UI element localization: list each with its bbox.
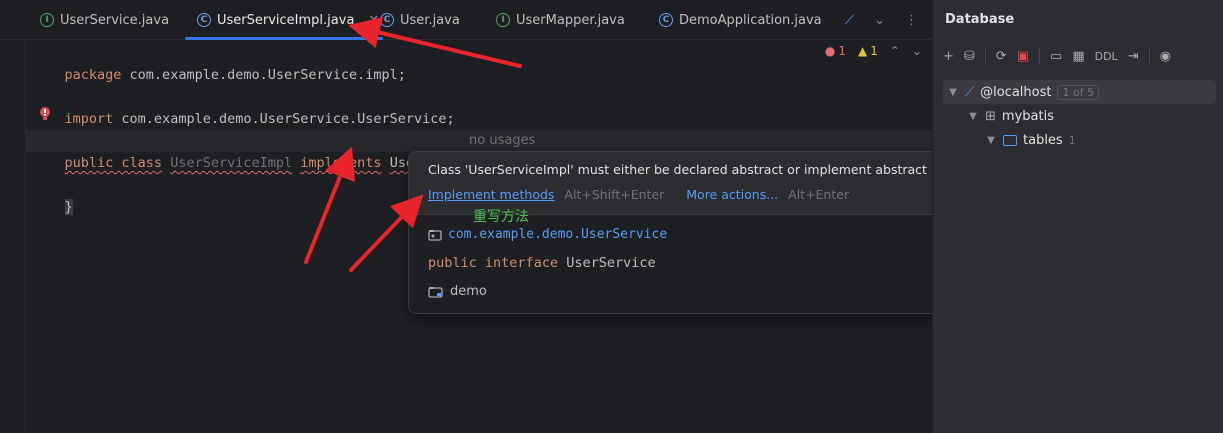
datasource-icon[interactable]: ⛁	[964, 49, 975, 64]
more-actions-link[interactable]: More actions...	[686, 187, 778, 202]
error-icon: ●	[824, 44, 836, 58]
interface-icon: I	[496, 13, 510, 27]
tree-node-localhost[interactable]: ▼ ⟋ @localhost 1 of 5	[947, 80, 1100, 104]
tab-label: UserMapper.java	[516, 12, 625, 28]
tab-label: User.java	[400, 12, 460, 28]
interface-declaration: public interface UserService	[428, 255, 656, 271]
tree-node-tables[interactable]: ▼ tables 1	[985, 128, 1076, 152]
close-icon[interactable]: ✕	[368, 13, 379, 28]
package-icon	[428, 229, 442, 241]
tree-node-mybatis[interactable]: ▼ ⊞ mybatis	[967, 104, 1054, 128]
tabbar-actions: ⟋ ⌄ ⋮	[845, 0, 918, 40]
chevron-down-icon[interactable]: ⌄	[912, 44, 922, 58]
code-line-package: package com.example.demo.UserService.imp…	[64, 67, 406, 83]
chinese-annotation: 重写方法	[473, 209, 529, 225]
class-icon: C	[380, 13, 394, 27]
error-bulb-icon[interactable]	[38, 106, 52, 124]
database-toolbar: + ⛁ ⟳ ▣ ▭ ▦ DDL ⇥ ◉	[943, 48, 1171, 64]
popup-actions: Implement methods Alt+Shift+Enter More a…	[428, 187, 871, 202]
tab-user[interactable]: C User.java	[380, 0, 460, 40]
shortcut-hint: Alt+Enter	[788, 187, 850, 202]
tab-label: UserServiceImpl.java	[217, 12, 355, 28]
chevron-up-icon[interactable]: ⌃	[890, 44, 900, 58]
shortcut-hint: Alt+Shift+Enter	[564, 187, 665, 202]
error-count[interactable]: ● 1	[825, 44, 846, 58]
tab-usermapper[interactable]: I UserMapper.java	[496, 0, 625, 40]
interface-icon: I	[40, 13, 54, 27]
tables-count: 1	[1068, 133, 1076, 147]
stop-icon[interactable]: ▣	[1017, 49, 1029, 64]
code-line-class-decl: public class UserServiceImpl implements …	[32, 130, 496, 171]
module-folder-icon	[428, 286, 443, 298]
tab-label: DemoApplication.java	[679, 12, 822, 28]
tab-userservice[interactable]: I UserService.java	[40, 0, 169, 40]
package-link-row[interactable]: com.example.demo.UserService	[428, 227, 667, 242]
panel-title: Database	[945, 12, 1015, 27]
toolbar-divider	[1148, 48, 1150, 64]
spring-app-icon: C	[659, 13, 673, 27]
ddl-button[interactable]: DDL	[1095, 50, 1118, 63]
add-icon[interactable]: +	[943, 49, 954, 64]
eye-icon[interactable]: ◉	[1160, 49, 1171, 64]
chevron-down-icon[interactable]: ⌄	[874, 13, 885, 28]
warning-icon: ▲	[858, 44, 868, 58]
editor-gutter	[0, 40, 26, 433]
db-connection-icon[interactable]: ⟋	[845, 13, 854, 28]
class-icon: C	[197, 13, 211, 27]
console-icon[interactable]: ▭	[1050, 49, 1062, 64]
chevron-down-icon[interactable]: ▼	[985, 135, 997, 146]
folder-icon	[1003, 134, 1017, 146]
editor-tab-bar: I UserService.java C UserServiceImpl.jav…	[0, 0, 932, 40]
tab-label: UserService.java	[60, 12, 170, 28]
toolbar-divider	[984, 48, 986, 64]
jump-icon[interactable]: ⇥	[1128, 49, 1139, 64]
inspection-widget[interactable]: ● 1 ▲ 1 ⌃ ⌄	[825, 44, 922, 58]
toolbar-divider	[1039, 48, 1041, 64]
usages-hint[interactable]: no usages	[469, 130, 535, 152]
package-name[interactable]: com.example.demo.UserService	[448, 227, 667, 242]
code-line-import: import com.example.demo.UserService.User…	[64, 111, 455, 127]
connection-badge: 1 of 5	[1057, 84, 1100, 100]
schema-icon: ⊞	[985, 108, 996, 124]
tab-userserviceimpl[interactable]: C UserServiceImpl.java ✕	[184, 0, 384, 40]
chevron-down-icon[interactable]: ▼	[967, 111, 979, 122]
more-options-icon[interactable]: ⋮	[905, 13, 918, 28]
chevron-down-icon[interactable]: ▼	[947, 87, 959, 98]
tab-demoapplication[interactable]: C DemoApplication.java	[659, 0, 822, 40]
module-name: demo	[450, 284, 487, 299]
module-row: demo	[428, 284, 487, 299]
table-icon[interactable]: ▦	[1072, 49, 1084, 64]
refresh-icon[interactable]: ⟳	[996, 49, 1007, 64]
warning-count[interactable]: ▲ 1	[858, 44, 878, 58]
code-line-close-brace: }	[64, 199, 73, 215]
database-panel: Database + ⛁ ⟳ ▣ ▭ ▦ DDL ⇥ ◉ ▼ ⟋ @localh…	[932, 0, 1223, 433]
implement-methods-link[interactable]: Implement methods	[428, 187, 554, 202]
connection-icon: ⟋	[965, 84, 975, 100]
